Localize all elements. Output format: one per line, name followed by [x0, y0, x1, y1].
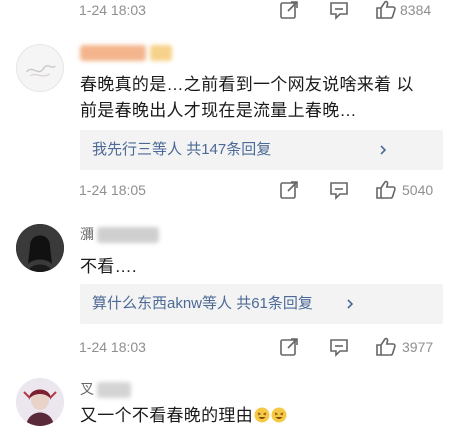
like-count: 5040 — [402, 182, 434, 198]
comment-actions: 1-24 18:03 3977 — [0, 334, 450, 360]
username-text: 瀰 — [80, 226, 94, 242]
like-count: 3977 — [402, 339, 434, 355]
username-blurred — [97, 382, 131, 398]
username-blurred — [97, 227, 159, 243]
chevron-right-icon — [343, 297, 357, 311]
comment-actions: 1-24 18:05 5040 — [0, 177, 450, 203]
comment-time: 1-24 18:03 — [79, 339, 146, 355]
comment-content[interactable]: 不看…. — [80, 254, 137, 280]
username[interactable]: 瀰 — [80, 224, 94, 244]
reply-preview[interactable]: 我先行三等人 共147条回复 — [80, 130, 443, 170]
comment-icon[interactable] — [327, 335, 351, 359]
avatar[interactable] — [16, 224, 64, 272]
share-square-icon[interactable] — [277, 178, 301, 202]
username[interactable]: 叉 — [80, 379, 94, 399]
username-text: 叉 — [80, 381, 94, 397]
chevron-right-icon — [376, 143, 390, 157]
reply-summary[interactable]: 我先行三等人 共147条回复 — [92, 130, 271, 170]
username-badge-blurred — [150, 45, 172, 61]
comment-text: 又一个不看春晚的理由 — [80, 406, 253, 425]
share-square-icon[interactable] — [277, 0, 301, 22]
like-count: 8384 — [400, 2, 432, 18]
comment-line: 春晚真的是…之前看到一个网友说啥来着 以 — [80, 75, 414, 94]
thumbs-up-icon[interactable] — [374, 178, 398, 202]
username-blurred[interactable] — [80, 45, 146, 61]
comment-content[interactable]: 又一个不看春晚的理由 — [80, 403, 287, 429]
comment-icon[interactable] — [327, 0, 351, 22]
comment-icon[interactable] — [327, 178, 351, 202]
reply-preview[interactable]: 算什么东西aknw等人 共61条回复 — [80, 284, 443, 324]
avatar[interactable] — [16, 378, 64, 426]
comment-time: 1-24 18:05 — [79, 182, 146, 198]
laughing-emoji-icon — [271, 405, 287, 423]
avatar[interactable] — [16, 44, 64, 92]
thumbs-up-icon[interactable] — [374, 335, 398, 359]
comment-content[interactable]: 春晚真的是…之前看到一个网友说啥来着 以 前是春晚出人才现在是流量上春晚… — [80, 72, 414, 124]
reply-summary[interactable]: 算什么东西aknw等人 共61条回复 — [92, 284, 313, 324]
share-square-icon[interactable] — [277, 335, 301, 359]
thumbs-up-icon[interactable] — [374, 0, 398, 22]
laughing-emoji-icon — [254, 405, 270, 423]
comment-time: 1-24 18:03 — [79, 2, 146, 18]
comment-line: 前是春晚出人才现在是流量上春晚… — [80, 101, 357, 120]
comment-actions: 1-24 18:03 8384 — [0, 0, 450, 23]
